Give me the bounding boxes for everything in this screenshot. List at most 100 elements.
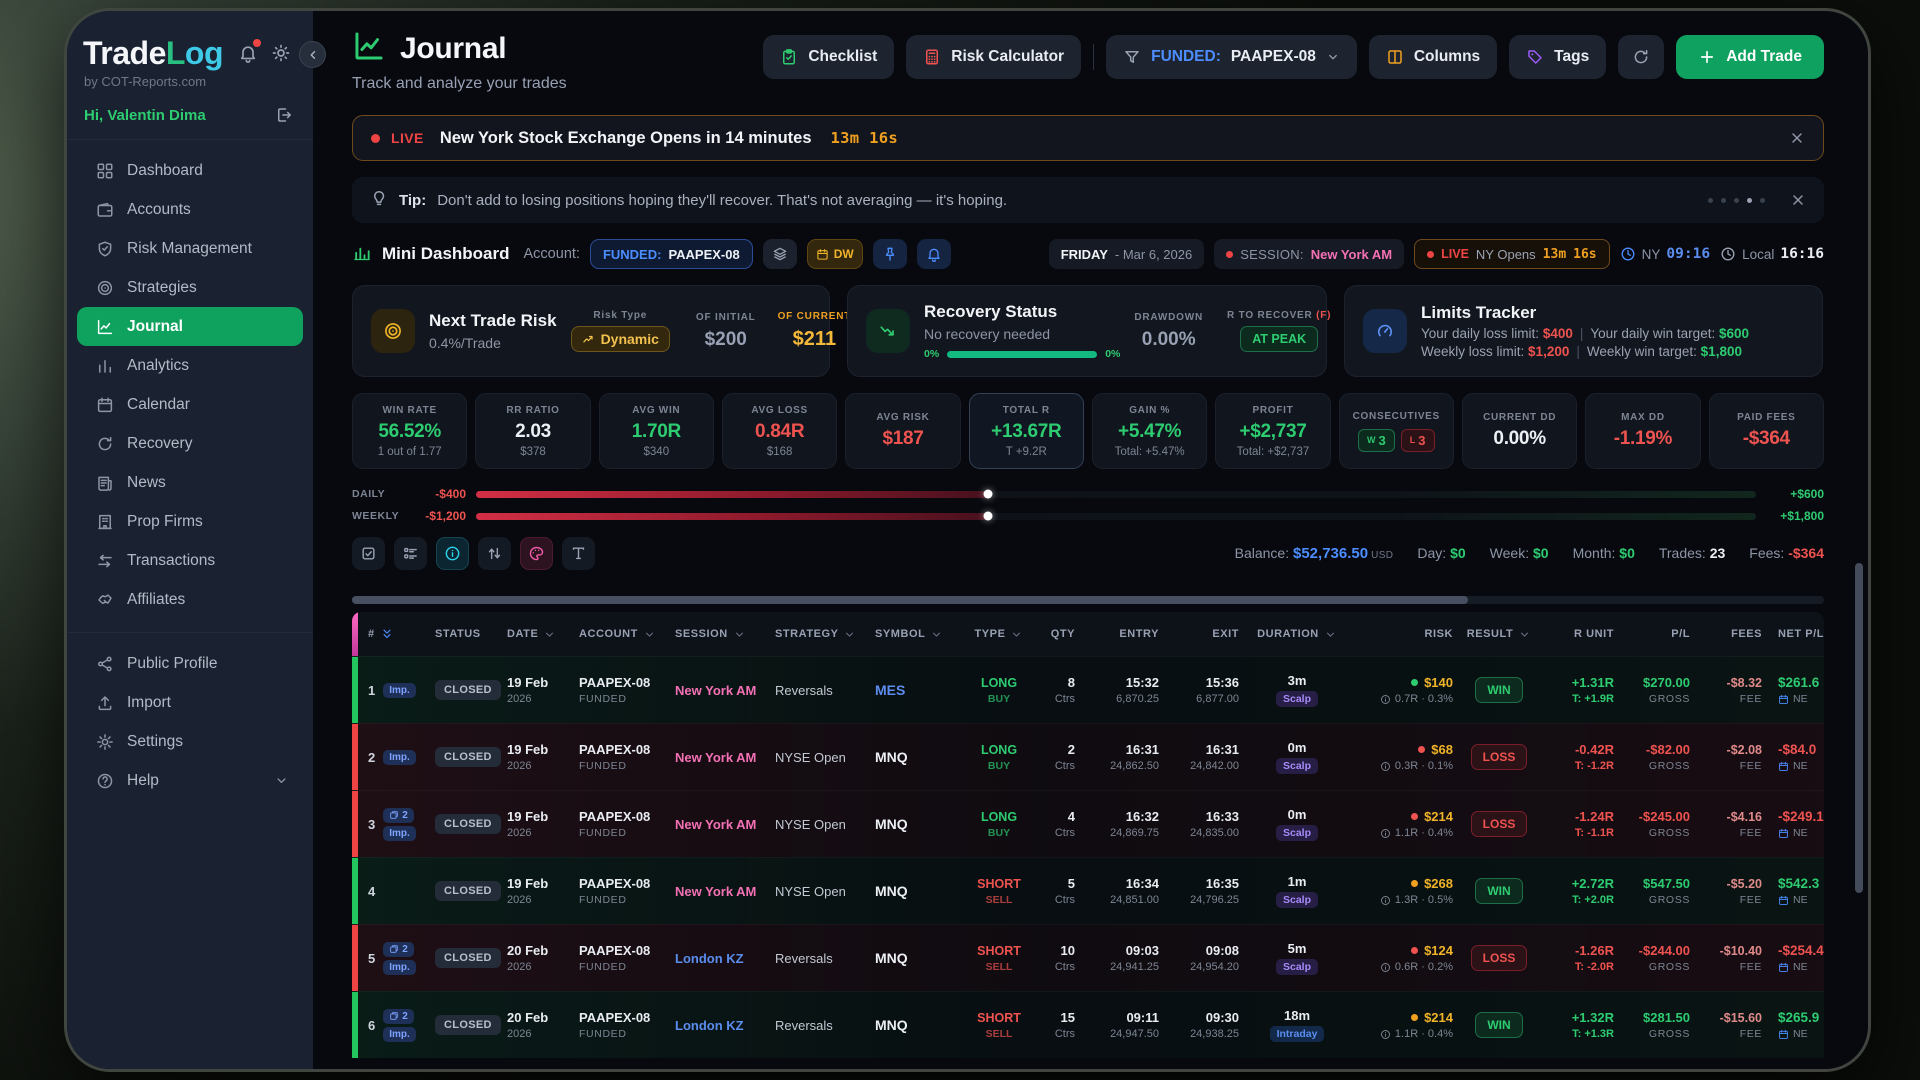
- column-header-r-unit[interactable]: R UNIT: [1537, 628, 1622, 640]
- daily-weekly-toggle[interactable]: DW: [807, 239, 863, 269]
- column-header-net-p-l[interactable]: NET P/L: [1770, 628, 1824, 640]
- table-row[interactable]: 1Imp.CLOSED19 Feb2026PAAPEX-08FUNDEDNew …: [352, 656, 1824, 723]
- column-header-status[interactable]: STATUS: [427, 628, 499, 640]
- local-time: Local16:16: [1720, 246, 1824, 262]
- horizontal-scrollbar[interactable]: [352, 596, 1824, 604]
- sidebar-item-analytics[interactable]: Analytics: [77, 346, 303, 385]
- target-icon: [371, 309, 415, 353]
- sidebar-item-calendar[interactable]: Calendar: [77, 385, 303, 424]
- cell-net: -$249.1NE: [1770, 809, 1824, 839]
- duplicate-count-badge: 2: [383, 942, 414, 957]
- cell-pl: -$244.00GROSS: [1622, 943, 1698, 973]
- column-header-qty[interactable]: QTY: [1035, 628, 1083, 640]
- cell-strategy: Reversals: [767, 1018, 867, 1033]
- card-subtitle: No recovery needed: [924, 326, 1120, 342]
- stack-icon: [389, 1011, 399, 1021]
- cell-symbol: MNQ: [867, 1017, 963, 1033]
- notifications-bell-icon[interactable]: [238, 43, 258, 63]
- stat-card-total-r: TOTAL R+13.67RT +9.2R: [969, 393, 1084, 469]
- table-row[interactable]: 62Imp.CLOSED20 Feb2026PAAPEX-08FUNDEDLon…: [352, 991, 1824, 1058]
- mini-dashboard-icon: [352, 242, 372, 267]
- logout-icon[interactable]: [275, 106, 293, 124]
- sidebar-collapse-button[interactable]: [299, 41, 326, 68]
- risk-calculator-button[interactable]: Risk Calculator: [906, 35, 1081, 79]
- stat-value: -$364: [1743, 428, 1790, 450]
- sidebar-item-accounts[interactable]: Accounts: [77, 190, 303, 229]
- text-size-icon[interactable]: [562, 537, 595, 570]
- table-row[interactable]: 52Imp.CLOSED20 Feb2026PAAPEX-08FUNDEDLon…: [352, 924, 1824, 991]
- cell-qty: 4Ctrs: [1035, 809, 1083, 839]
- drawdown-value: 0.00%: [1134, 329, 1203, 351]
- sidebar-item-dashboard[interactable]: Dashboard: [77, 151, 303, 190]
- sort-icon[interactable]: [478, 537, 511, 570]
- account-filter-button[interactable]: FUNDED:PAAPEX-08: [1106, 35, 1357, 79]
- column-header-type[interactable]: TYPE: [963, 628, 1035, 641]
- cell-fees: -$4.16FEE: [1698, 810, 1770, 839]
- column-header-entry[interactable]: ENTRY: [1083, 628, 1167, 640]
- sidebar-item-risk-management[interactable]: Risk Management: [77, 229, 303, 268]
- tip-carousel-dots[interactable]: [1708, 198, 1765, 203]
- imported-badge: Imp.: [383, 1027, 416, 1042]
- alerts-bell-icon[interactable]: [917, 239, 951, 269]
- checklist-button[interactable]: Checklist: [763, 35, 894, 79]
- scrollbar-thumb[interactable]: [352, 596, 1468, 604]
- column-header-exit[interactable]: EXIT: [1167, 628, 1247, 640]
- close-icon[interactable]: [1790, 192, 1806, 208]
- list-view-icon[interactable]: [394, 537, 427, 570]
- sidebar-item-recovery[interactable]: Recovery: [77, 424, 303, 463]
- sidebar-item-affiliates[interactable]: Affiliates: [77, 580, 303, 619]
- sidebar-item-prop-firms[interactable]: Prop Firms: [77, 502, 303, 541]
- r-to-recover-label: R TO RECOVER (F): [1227, 310, 1331, 321]
- tags-button[interactable]: Tags: [1509, 35, 1606, 79]
- stat-value: 2.03: [515, 421, 551, 443]
- stat-label: GAIN %: [1129, 405, 1170, 416]
- fees-summary: Fees: -$364: [1749, 545, 1824, 561]
- column-header-duration[interactable]: DURATION: [1247, 628, 1347, 641]
- cell-index: 32Imp.: [352, 808, 427, 841]
- sidebar-item-transactions[interactable]: Transactions: [77, 541, 303, 580]
- refresh-button[interactable]: [1618, 35, 1664, 79]
- sidebar-item-settings[interactable]: Settings: [77, 722, 303, 761]
- column-header-[interactable]: #: [352, 627, 427, 641]
- column-header-risk[interactable]: RISK: [1347, 628, 1461, 640]
- chart-icon: [96, 318, 114, 336]
- clock-icon: [1720, 246, 1736, 262]
- palette-icon[interactable]: [520, 537, 553, 570]
- select-checkbox-icon[interactable]: [352, 537, 385, 570]
- pin-icon[interactable]: [873, 239, 907, 269]
- trend-down-icon: [866, 309, 910, 353]
- cell-result: LOSS: [1461, 744, 1537, 770]
- layers-icon[interactable]: [763, 239, 797, 269]
- bar-label: DAILY: [352, 488, 402, 500]
- column-header-p-l[interactable]: P/L: [1622, 628, 1698, 640]
- info-icon[interactable]: [436, 537, 469, 570]
- sidebar-item-public-profile[interactable]: Public Profile: [77, 644, 303, 683]
- column-header-symbol[interactable]: SYMBOL: [867, 628, 963, 641]
- columns-button[interactable]: Columns: [1369, 35, 1497, 79]
- column-header-account[interactable]: ACCOUNT: [571, 628, 667, 641]
- shield-icon: [96, 240, 114, 258]
- risk-type-value[interactable]: Dynamic: [571, 326, 670, 352]
- sidebar-item-journal[interactable]: Journal: [77, 307, 303, 346]
- table-row[interactable]: 2Imp.CLOSED19 Feb2026PAAPEX-08FUNDEDNew …: [352, 723, 1824, 790]
- vertical-scrollbar-thumb[interactable]: [1855, 563, 1863, 893]
- table-row[interactable]: 32Imp.CLOSED19 Feb2026PAAPEX-08FUNDEDNew…: [352, 790, 1824, 857]
- column-header-date[interactable]: DATE: [499, 628, 571, 641]
- account-badge[interactable]: FUNDED:PAAPEX-08: [590, 239, 753, 269]
- sidebar-item-import[interactable]: Import: [77, 683, 303, 722]
- tip-label: Tip:: [399, 192, 426, 209]
- sidebar-item-news[interactable]: News: [77, 463, 303, 502]
- sidebar-item-help[interactable]: Help: [77, 761, 303, 800]
- sidebar-item-strategies[interactable]: Strategies: [77, 268, 303, 307]
- column-header-fees[interactable]: FEES: [1698, 628, 1770, 640]
- cell-session: London KZ: [667, 1018, 767, 1033]
- weekly-limits-line: Weekly loss limit: $1,200|Weekly win tar…: [1421, 344, 1749, 359]
- column-header-strategy[interactable]: STRATEGY: [767, 628, 867, 641]
- add-trade-button[interactable]: Add Trade: [1676, 35, 1824, 79]
- cell-entry: 09:1124,947.50: [1083, 1010, 1167, 1040]
- theme-toggle-icon[interactable]: [271, 43, 291, 63]
- column-header-session[interactable]: SESSION: [667, 628, 767, 641]
- column-header-result[interactable]: RESULT: [1461, 628, 1537, 641]
- close-icon[interactable]: [1789, 130, 1805, 146]
- table-row[interactable]: 4CLOSED19 Feb2026PAAPEX-08FUNDEDNew York…: [352, 857, 1824, 924]
